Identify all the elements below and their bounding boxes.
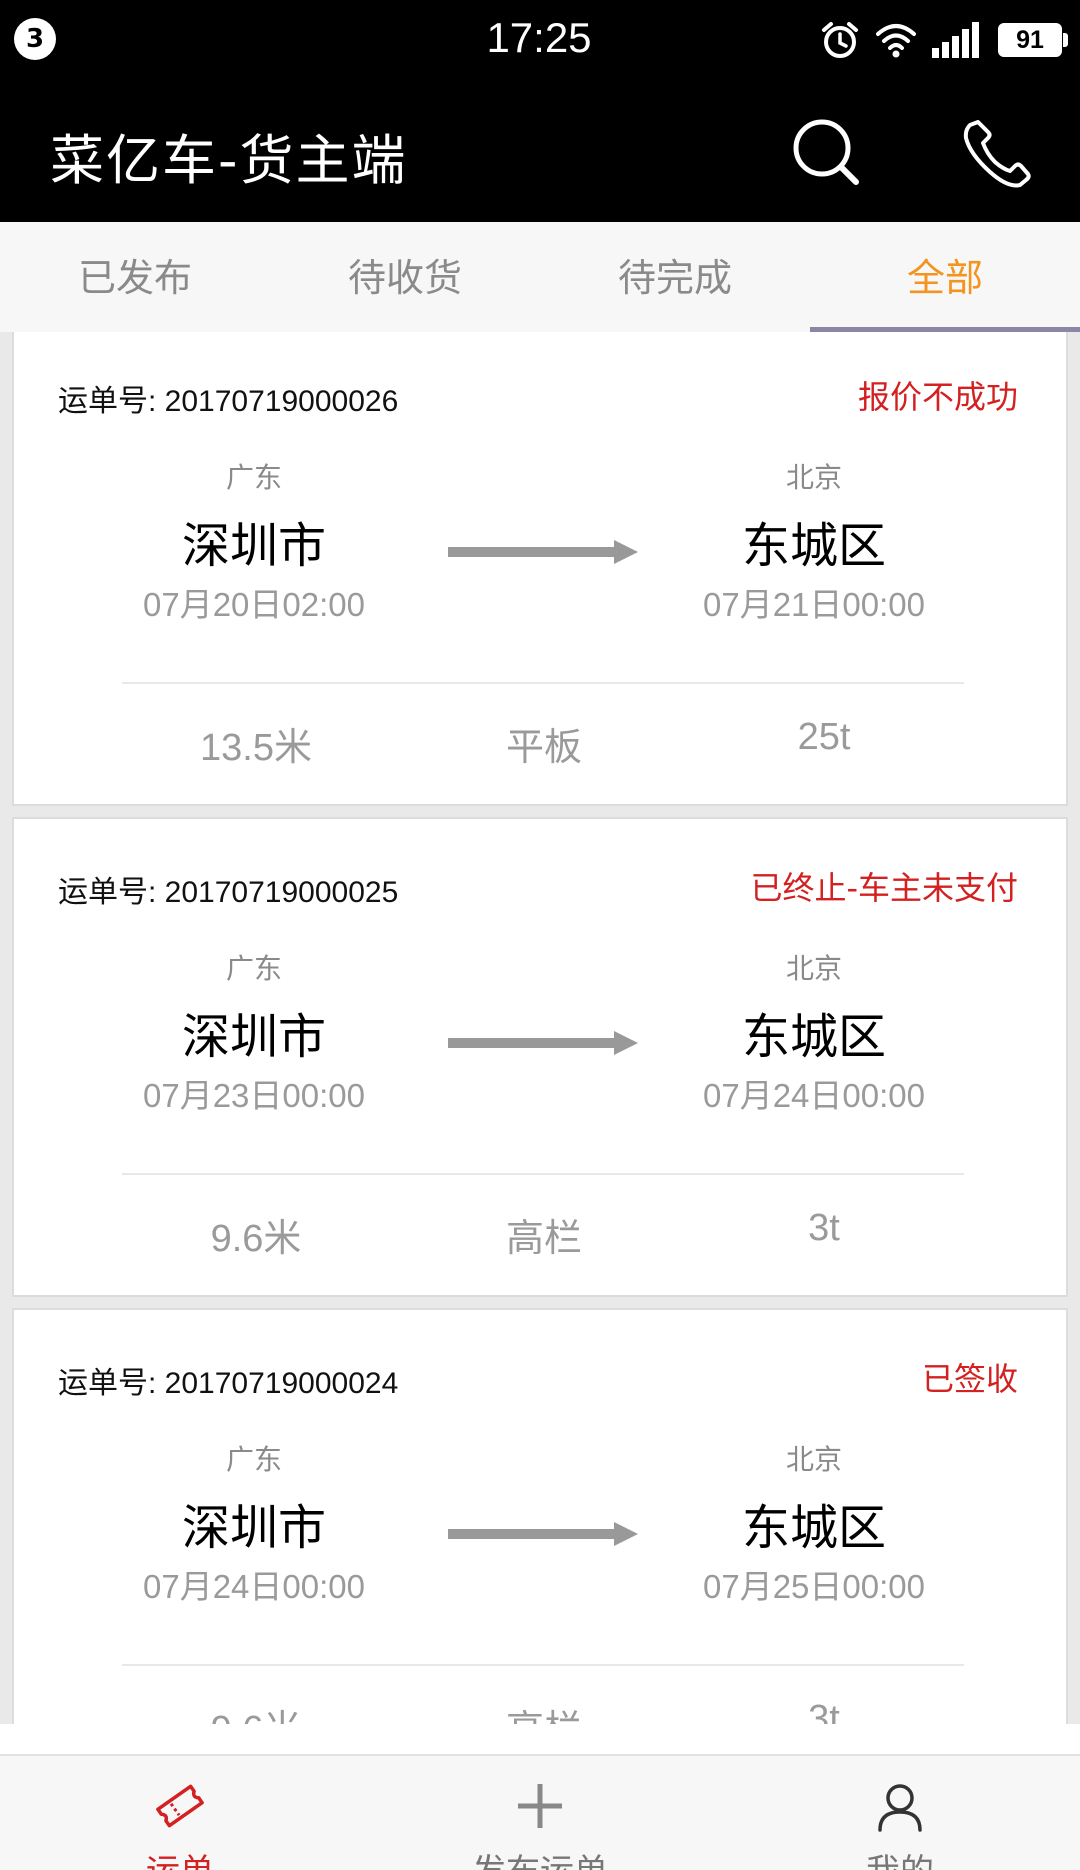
- divider: [122, 1664, 964, 1666]
- origin-province: 广东: [225, 1443, 282, 1476]
- search-icon: [793, 119, 859, 185]
- divider: [122, 1173, 964, 1175]
- destination-province: 北京: [785, 1443, 842, 1476]
- bottom-nav: 运单 发布运单 我的: [0, 1754, 1080, 1870]
- wifi-icon: [876, 24, 916, 58]
- destination-city: 东城区: [741, 518, 886, 574]
- destination: 北京 东城区 07月24日00:00: [634, 947, 994, 1117]
- pickup-time: 07月23日00:00: [143, 1077, 365, 1114]
- order-card[interactable]: 运单号: 20170719000024 已签收 广东 深圳市 07月24日00:…: [12, 1308, 1068, 1724]
- route-arrow-icon: [448, 540, 638, 564]
- user-icon: [878, 1784, 922, 1832]
- nav-me[interactable]: 我的: [720, 1756, 1080, 1870]
- order-number: 运单号: 20170719000024: [58, 1367, 399, 1400]
- origin: 广东 深圳市 07月20日02:00: [74, 456, 434, 626]
- origin-province: 广东: [225, 952, 282, 985]
- order-status: 已签收: [921, 1360, 1018, 1398]
- battery-icon: 91: [998, 23, 1068, 57]
- destination: 北京 东城区 07月21日00:00: [634, 456, 994, 626]
- nav-orders-label: 运单: [0, 1844, 360, 1870]
- nav-publish-order-label: 发布运单: [360, 1844, 720, 1870]
- nav-publish-order[interactable]: 发布运单: [360, 1756, 720, 1870]
- vehicle-length: 9.6米: [116, 1698, 396, 1724]
- alarm-icon: [822, 22, 858, 58]
- plus-icon: [518, 1784, 562, 1828]
- destination: 北京 东城区 07月25日00:00: [634, 1438, 994, 1608]
- cargo-weight: 3t: [808, 1207, 840, 1249]
- vehicle-length: 9.6米: [210, 1218, 302, 1260]
- origin-province: 广东: [225, 461, 282, 494]
- nav-me-label: 我的: [720, 1844, 1080, 1870]
- divider: [122, 682, 964, 684]
- destination-city: 东城区: [741, 1009, 886, 1065]
- vehicle-type: 高栏: [404, 1698, 684, 1724]
- phone-icon: [963, 120, 1031, 188]
- app-title: 菜亿车-货主端: [50, 129, 408, 192]
- tab-to-complete[interactable]: 待完成: [540, 222, 810, 332]
- cargo-weight: 3t: [808, 1698, 840, 1724]
- order-number: 运单号: 20170719000025: [58, 876, 399, 909]
- tab-published[interactable]: 已发布: [0, 222, 270, 332]
- delivery-time: 07月25日00:00: [703, 1568, 925, 1605]
- order-list[interactable]: 运单号: 20170719000026 报价不成功 广东 深圳市 07月20日0…: [0, 332, 1080, 1724]
- cargo-weight: 25t: [797, 716, 851, 758]
- app-bar: 菜亿车-货主端: [0, 80, 1080, 222]
- tab-all[interactable]: 全部: [810, 222, 1080, 332]
- status-icons: 91: [820, 18, 1068, 62]
- vehicle-type: 平板: [505, 727, 582, 769]
- order-card[interactable]: 运单号: 20170719000025 已终止-车主未支付 广东 深圳市 07月…: [12, 817, 1068, 1297]
- destination-city: 东城区: [741, 1500, 886, 1556]
- route-arrow-icon: [448, 1031, 638, 1055]
- origin: 广东 深圳市 07月24日00:00: [74, 1438, 434, 1608]
- order-number: 运单号: 20170719000026: [58, 385, 399, 418]
- tab-bar: 已发布 待收货 待完成 全部: [0, 222, 1080, 332]
- origin-city: 深圳市: [181, 1500, 326, 1556]
- origin: 广东 深圳市 07月23日00:00: [74, 947, 434, 1117]
- vehicle-type: 高栏: [505, 1218, 582, 1260]
- search-button[interactable]: [786, 112, 866, 192]
- nav-orders[interactable]: 运单: [0, 1756, 360, 1870]
- call-button[interactable]: [956, 112, 1036, 192]
- delivery-time: 07月24日00:00: [703, 1077, 925, 1114]
- tab-awaiting-receipt[interactable]: 待收货: [270, 222, 540, 332]
- origin-city: 深圳市: [181, 1009, 326, 1065]
- origin-city: 深圳市: [181, 518, 326, 574]
- pickup-time: 07月24日00:00: [143, 1568, 365, 1605]
- destination-province: 北京: [785, 952, 842, 985]
- signal-icon: [932, 22, 979, 58]
- destination-province: 北京: [785, 461, 842, 494]
- route-arrow-icon: [448, 1522, 638, 1546]
- order-status: 报价不成功: [857, 378, 1018, 416]
- order-status: 已终止-车主未支付: [750, 869, 1018, 907]
- delivery-time: 07月21日00:00: [703, 586, 925, 623]
- ticket-icon: [156, 1784, 204, 1828]
- vehicle-length: 13.5米: [200, 727, 312, 769]
- order-card[interactable]: 运单号: 20170719000026 报价不成功 广东 深圳市 07月20日0…: [12, 332, 1068, 806]
- pickup-time: 07月20日02:00: [143, 586, 365, 623]
- status-bar: 3 17:25 91: [0, 0, 1080, 80]
